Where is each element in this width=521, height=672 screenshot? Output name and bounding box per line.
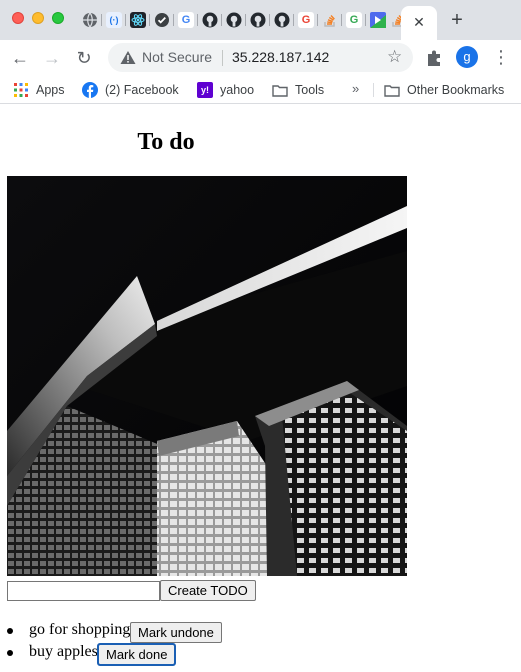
todo-input[interactable] (7, 581, 160, 601)
close-tab-icon[interactable]: ✕ (411, 14, 427, 30)
bookmark-tools-folder[interactable]: Tools (272, 81, 324, 99)
google-icon: G (298, 12, 314, 28)
page-title: To do (137, 129, 195, 155)
bookmark-label: yahoo (220, 83, 255, 97)
tab-strip: (·) G G G ✕ + (0, 0, 521, 40)
forward-arrow-icon[interactable]: → (40, 46, 64, 70)
create-todo-button[interactable]: Create TODO (160, 580, 256, 601)
bookmark-label: Apps (36, 83, 65, 97)
page-content: To do Create TODO go for shopping Mark u… (0, 105, 521, 672)
tab-google-2[interactable]: G (296, 10, 316, 30)
facebook-icon (82, 82, 98, 98)
google-icon: G (346, 12, 362, 28)
tab-code[interactable]: (·) (104, 10, 124, 30)
bullet (7, 650, 13, 656)
folder-icon (384, 82, 400, 98)
browser-toolbar: ← → ↻ Not Secure 35.228.187.142 ☆ g ⋮ (0, 40, 521, 76)
tab-github-4[interactable] (272, 10, 292, 30)
warning-triangle-icon[interactable] (120, 50, 136, 65)
check-badge-icon (155, 13, 169, 27)
new-tab-button[interactable]: + (447, 10, 467, 30)
bookmarks-divider (373, 83, 374, 97)
github-icon (202, 12, 218, 28)
todo-text: buy apples (29, 643, 98, 660)
folder-icon (272, 82, 288, 98)
tab-github-3[interactable] (248, 10, 268, 30)
mark-done-button[interactable]: Mark done (96, 643, 177, 666)
tab-github-1[interactable] (200, 10, 220, 30)
tab-globe[interactable] (80, 10, 100, 30)
profile-avatar[interactable]: g (456, 46, 478, 68)
maximize-window-button[interactable] (52, 12, 64, 24)
tab-github-2[interactable] (224, 10, 244, 30)
bookmark-yahoo[interactable]: y! yahoo (197, 81, 254, 99)
bookmark-star-icon[interactable]: ☆ (387, 47, 402, 67)
bookmark-apps[interactable]: Apps (13, 81, 65, 99)
tab-slides[interactable] (368, 10, 388, 30)
github-icon (226, 12, 242, 28)
todo-text: go for shopping (29, 621, 131, 638)
back-arrow-icon[interactable]: ← (8, 46, 32, 70)
close-window-button[interactable] (12, 12, 24, 24)
github-icon (250, 12, 266, 28)
tab-stackoverflow-1[interactable] (320, 10, 340, 30)
play-slides-icon (370, 12, 386, 28)
tab-react[interactable] (128, 10, 148, 30)
url-text[interactable]: 35.228.187.142 (232, 49, 329, 65)
bullet (7, 628, 13, 634)
bookmark-facebook[interactable]: (2) Facebook (82, 81, 179, 99)
tab-google-3[interactable]: G (344, 10, 364, 30)
bookmarks-bar: Apps (2) Facebook y! yahoo Tools » Other… (0, 76, 521, 104)
browser-menu-icon[interactable]: ⋮ (492, 47, 510, 67)
globe-icon (83, 12, 97, 28)
yahoo-icon: y! (197, 82, 213, 98)
reload-icon[interactable]: ↻ (72, 46, 96, 70)
google-icon: G (178, 12, 194, 28)
other-bookmarks-label: Other Bookmarks (407, 83, 505, 97)
apps-grid-icon (13, 82, 29, 98)
other-bookmarks-folder[interactable]: Other Bookmarks (384, 81, 504, 99)
github-icon (274, 12, 290, 28)
bookmark-label: Tools (295, 83, 325, 97)
tab-google-1[interactable]: G (176, 10, 196, 30)
minimize-window-button[interactable] (32, 12, 44, 24)
extensions-puzzle-icon[interactable] (425, 49, 443, 67)
code-brackets-icon: (·) (106, 12, 122, 28)
address-bar[interactable]: Not Secure 35.228.187.142 ☆ (108, 43, 413, 72)
bookmarks-overflow-chevron[interactable]: » (352, 81, 359, 96)
stackoverflow-icon (324, 15, 335, 27)
building-photo (7, 176, 407, 576)
not-secure-label[interactable]: Not Secure (142, 49, 212, 65)
mark-undone-button[interactable]: Mark undone (130, 622, 222, 643)
active-tab[interactable]: ✕ (401, 6, 437, 40)
bookmark-label: (2) Facebook (105, 83, 179, 97)
react-icon (130, 12, 146, 28)
omnibox-divider (222, 50, 223, 66)
tab-check[interactable] (152, 10, 172, 30)
